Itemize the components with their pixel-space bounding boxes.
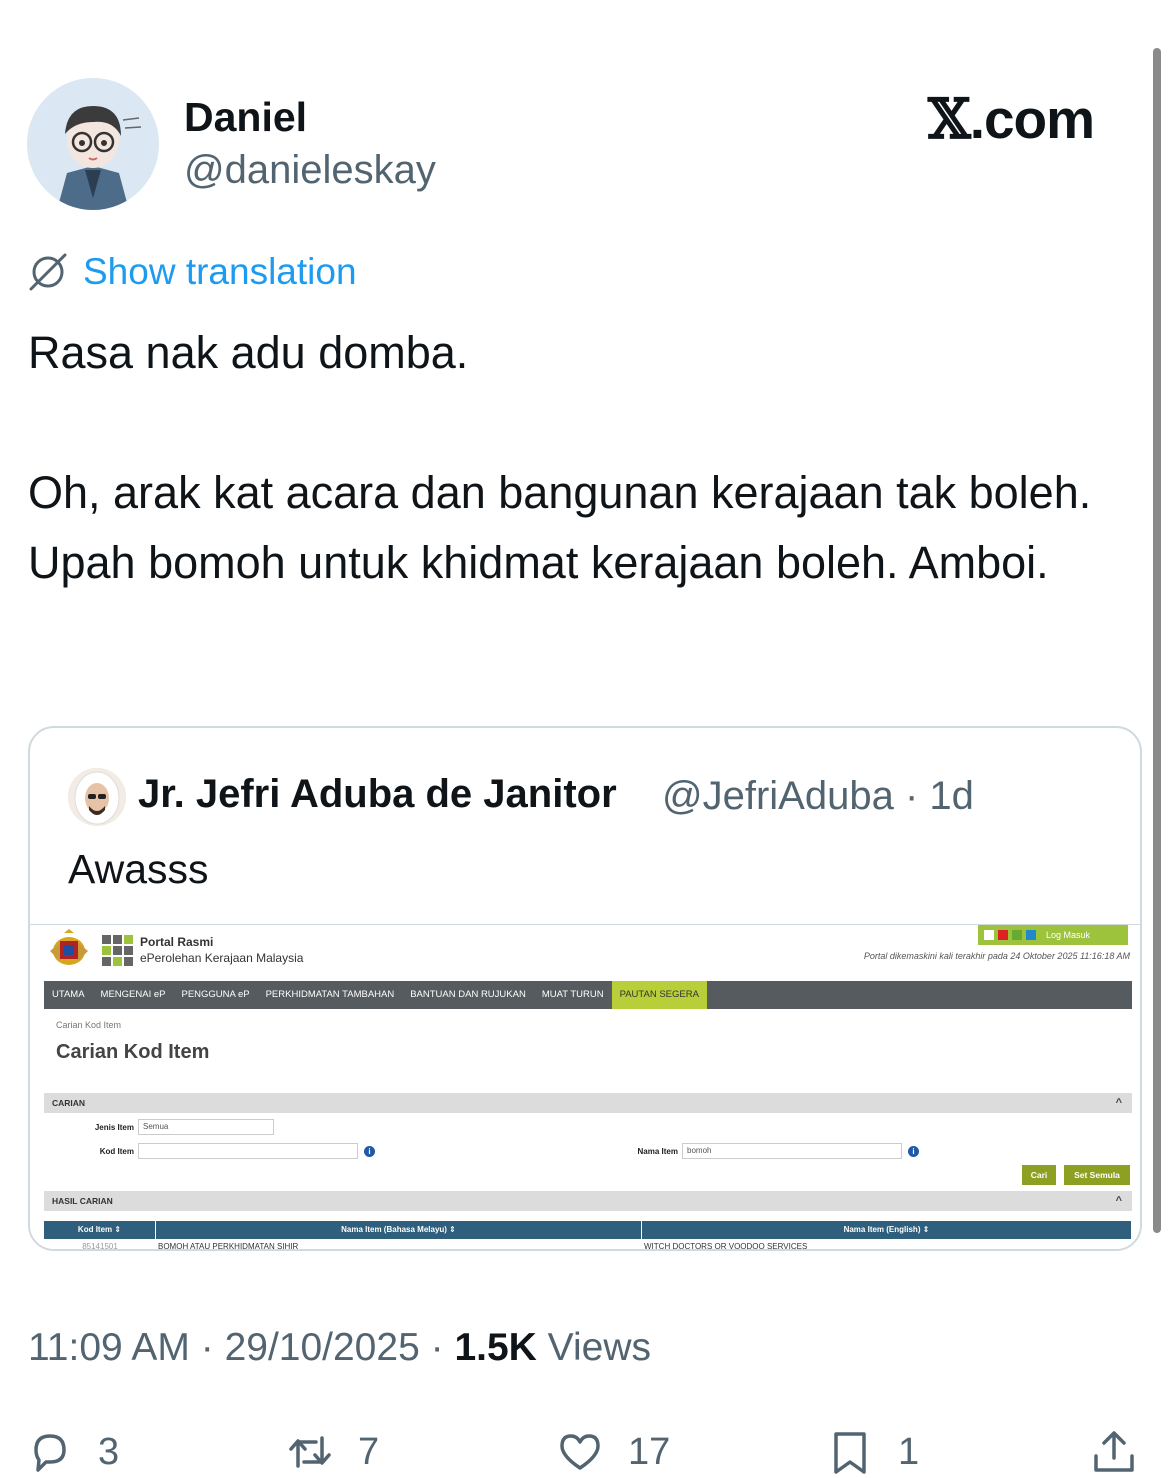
repost-icon — [289, 1436, 331, 1468]
quoted-tweet-card[interactable]: Jr. Jefri Aduba de Janitor @JefriAduba ·… — [28, 726, 1142, 1251]
info-icon: i — [364, 1146, 375, 1157]
portal-updated-text: Portal dikemaskini kali terakhir pada 24… — [863, 951, 1130, 961]
tweet-meta: 11:09 AM · 29/10/2025 · 1.5K Views — [28, 1326, 651, 1369]
quoted-author-handle-time[interactable]: @JefriAduba · 1d — [662, 774, 974, 819]
portal-results-row: 85141501 BOMOH ATAU PERKHIDMATAN SIHIR W… — [44, 1239, 1132, 1251]
scrollbar[interactable] — [1153, 48, 1161, 1233]
portal-section-search-label: CARIAN — [52, 1098, 86, 1108]
portal-col-nama-en: Nama Item (English) ⇕ — [642, 1221, 1132, 1239]
portal-search-button: Cari — [1022, 1165, 1056, 1185]
share-button[interactable] — [1090, 1428, 1138, 1476]
repost-button[interactable]: 7 — [286, 1428, 379, 1476]
portal-nav-item: PENGGUNA eP — [181, 989, 250, 1000]
portal-cell-nama-en: WITCH DOCTORS OR VOODOO SERVICES — [644, 1242, 808, 1251]
portal-reset-button: Set Semula — [1064, 1165, 1130, 1185]
quoted-author-display-name[interactable]: Jr. Jefri Aduba de Janitor — [138, 772, 617, 817]
bookmark-icon — [834, 1432, 866, 1474]
portal-nav-bar: UTAMA MENGENAI eP PENGGUNA eP PERKHIDMAT… — [44, 981, 1132, 1009]
portal-nav-item: MENGENAI eP — [100, 989, 166, 1000]
portal-input-kod — [138, 1143, 358, 1159]
accessibility-icon — [984, 930, 994, 940]
portal-login-label: Log Masuk — [1046, 930, 1091, 940]
portal-section-results: HASIL CARIAN ^ — [44, 1191, 1132, 1211]
author-avatar[interactable] — [27, 78, 159, 210]
globe-strike-icon — [29, 253, 67, 291]
reply-icon — [34, 1434, 66, 1472]
portal-section-search: CARIAN ^ — [44, 1093, 1132, 1113]
reply-count: 3 — [98, 1430, 120, 1473]
x-logo-mark: 𝕏 — [928, 86, 971, 151]
portal-cell-nama-bm: BOMOH ATAU PERKHIDMATAN SIHIR — [158, 1242, 299, 1251]
portal-cell-kod: 85141501 — [82, 1242, 118, 1251]
show-translation-label: Show translation — [83, 251, 357, 292]
show-translation-link[interactable]: Show translation — [27, 250, 357, 294]
portal-label-nama: Nama Item — [637, 1147, 678, 1156]
portal-top-toolbar: Log Masuk — [978, 925, 1128, 945]
bookmark-button[interactable]: 1 — [826, 1428, 919, 1476]
views-label: Views — [547, 1326, 651, 1369]
portal-label-kod: Kod Item — [99, 1147, 134, 1156]
portal-breadcrumb: Carian Kod Item — [56, 1020, 122, 1030]
malaysia-coat-of-arms-icon — [50, 929, 88, 965]
tweet-paragraph-2: Oh, arak kat acara dan bangunan kerajaan… — [28, 467, 1092, 588]
x-com-logo: 𝕏.com — [928, 86, 1095, 151]
x-logo-suffix: .com — [969, 88, 1095, 150]
portal-section-results-label: HASIL CARIAN — [52, 1196, 113, 1206]
portal-subtitle: ePerolehan Kerajaan Malaysia — [140, 951, 304, 965]
views-count: 1.5K — [454, 1326, 537, 1369]
portal-label-jenis: Jenis Item — [94, 1123, 134, 1132]
portal-input-nama: bomoh — [682, 1143, 902, 1159]
tweet-date[interactable]: 29/10/2025 — [225, 1326, 420, 1369]
quoted-tweet-image[interactable]: Portal Rasmi ePerolehan Kerajaan Malaysi… — [30, 924, 1140, 1251]
like-button[interactable]: 17 — [556, 1428, 670, 1476]
tweet-action-bar: 3 7 17 1 — [0, 1418, 1170, 1478]
portal-results-header: Kod Item ⇕ Nama Item (Bahasa Melayu) ⇕ N… — [44, 1221, 1132, 1239]
portal-nav-item: MUAT TURUN — [541, 989, 604, 1000]
portal-nav-item-active: PAUTAN SEGERA — [611, 981, 707, 1009]
repost-count: 7 — [358, 1430, 380, 1473]
eperolehan-logo-icon — [102, 935, 133, 966]
portal-nav-item: BANTUAN DAN RUJUKAN — [410, 989, 526, 1000]
quoted-tweet-text: Awasss — [68, 846, 209, 892]
chevron-up-icon: ^ — [1115, 1195, 1122, 1207]
like-count: 17 — [628, 1430, 671, 1473]
portal-nav-item: PERKHIDMATAN TAMBAHAN — [265, 989, 395, 1000]
author-handle[interactable]: @danieleskay — [184, 148, 436, 193]
quoted-author-avatar[interactable] — [68, 768, 126, 826]
tweet-time[interactable]: 11:09 AM — [28, 1326, 190, 1369]
font-size-red-icon — [998, 930, 1008, 940]
heart-icon — [560, 1434, 600, 1470]
portal-col-kod: Kod Item ⇕ — [44, 1221, 156, 1239]
chevron-up-icon: ^ — [1115, 1097, 1122, 1109]
author-display-name[interactable]: Daniel — [184, 94, 307, 141]
portal-col-nama-bm: Nama Item (Bahasa Melayu) ⇕ — [156, 1221, 642, 1239]
portal-heading: Carian Kod Item — [56, 1041, 210, 1063]
tweet-text: Rasa nak adu domba. Oh, arak kat acara d… — [28, 318, 1138, 598]
reply-button[interactable]: 3 — [26, 1428, 119, 1476]
font-size-green-icon — [1012, 930, 1022, 940]
share-icon — [1094, 1431, 1134, 1472]
portal-title: Portal Rasmi — [140, 935, 214, 949]
portal-nav-item: UTAMA — [52, 989, 85, 1000]
font-size-blue-icon — [1026, 930, 1036, 940]
info-icon: i — [908, 1146, 919, 1157]
bookmark-count: 1 — [898, 1430, 920, 1473]
portal-select-jenis: Semua — [138, 1119, 274, 1135]
tweet-paragraph-1: Rasa nak adu domba. — [28, 327, 469, 378]
